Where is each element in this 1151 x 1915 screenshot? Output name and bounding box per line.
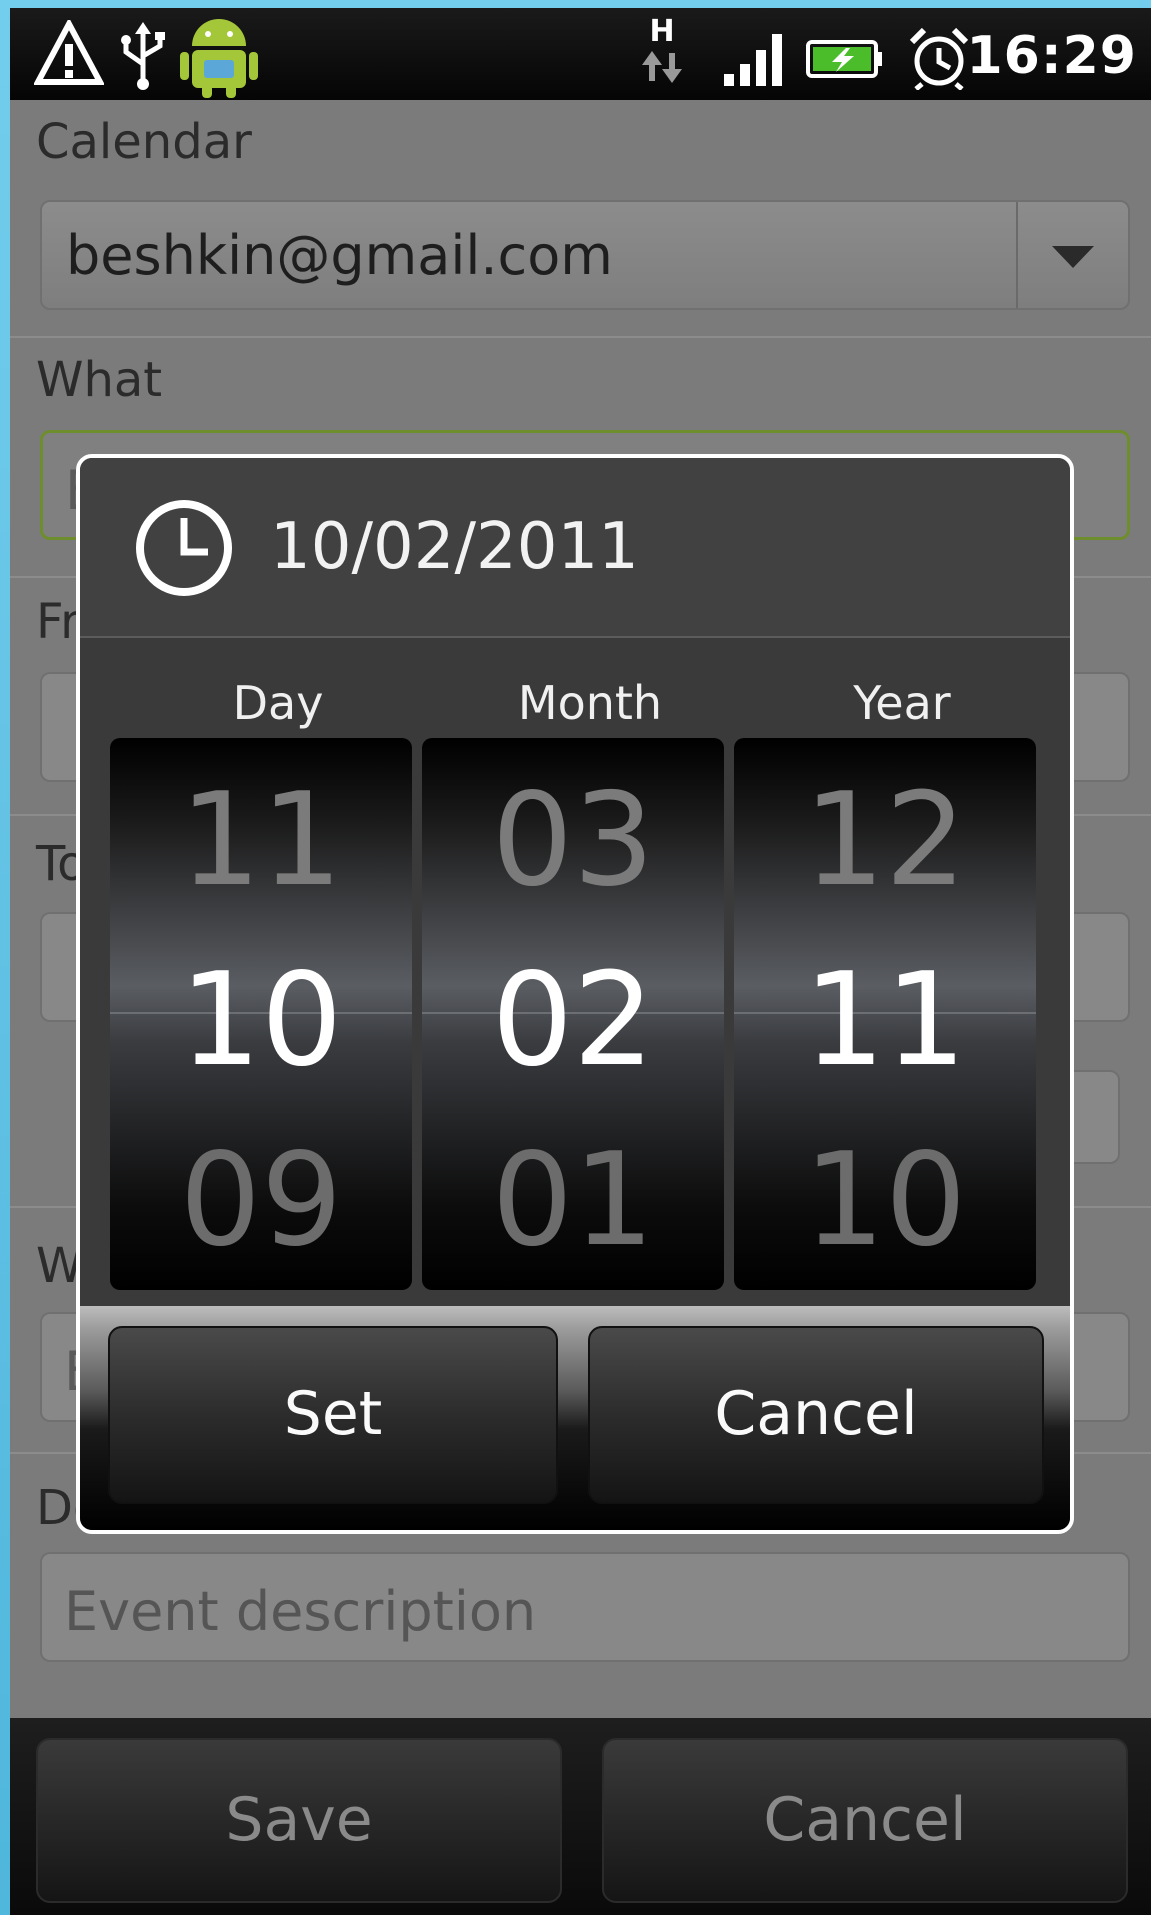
- hspa-data-icon: H: [638, 14, 686, 85]
- month-current-value: 02: [491, 946, 655, 1095]
- save-button[interactable]: Save: [36, 1738, 562, 1903]
- from-label: Fr: [36, 594, 80, 650]
- day-prev-value[interactable]: 11: [110, 766, 412, 916]
- what-label: What: [36, 352, 163, 408]
- description-placeholder: Event description: [64, 1580, 537, 1643]
- network-type-label: H: [649, 14, 675, 49]
- year-wheel[interactable]: 12 11 10: [734, 738, 1036, 1290]
- description-input[interactable]: Event description: [40, 1552, 1130, 1662]
- dialog-button-bar: Set Cancel: [80, 1306, 1070, 1530]
- day-column-label: Day: [232, 676, 324, 730]
- day-wheel[interactable]: 11 10 09: [110, 738, 412, 1290]
- status-bar: H 16:29: [10, 8, 1151, 100]
- year-column-label: Year: [853, 676, 951, 730]
- dropdown-arrow-icon: [1016, 202, 1128, 308]
- month-column-label: Month: [517, 676, 663, 730]
- year-prev-value[interactable]: 12: [734, 766, 1036, 916]
- month-next-value[interactable]: 01: [422, 1126, 724, 1276]
- dialog-header: 10/02/2011: [80, 458, 1070, 638]
- alarm-icon: [908, 26, 970, 94]
- calendar-select[interactable]: beshkin@gmail.com: [40, 200, 1130, 310]
- set-button[interactable]: Set: [108, 1326, 558, 1504]
- status-time: 16:29: [966, 26, 1137, 86]
- clock-icon: [132, 496, 236, 604]
- bottom-action-bar: Save Cancel: [10, 1718, 1151, 1915]
- dialog-title: 10/02/2011: [270, 510, 639, 584]
- divider: [10, 336, 1151, 338]
- day-current-value: 10: [179, 946, 343, 1095]
- warning-icon: [32, 17, 106, 94]
- year-current-value: 11: [803, 946, 967, 1095]
- signal-icon: [722, 30, 788, 94]
- date-picker-dialog: 10/02/2011 Day Month Year 11 10 09 03 02…: [76, 454, 1074, 1534]
- usb-icon: [116, 20, 170, 96]
- year-next-value[interactable]: 10: [734, 1126, 1036, 1276]
- month-prev-value[interactable]: 03: [422, 766, 724, 916]
- cancel-button[interactable]: Cancel: [602, 1738, 1128, 1903]
- battery-charging-icon: [806, 38, 884, 84]
- calendar-select-value: beshkin@gmail.com: [66, 224, 613, 287]
- month-wheel[interactable]: 03 02 01: [422, 738, 724, 1290]
- dialog-cancel-button[interactable]: Cancel: [588, 1326, 1044, 1504]
- calendar-label: Calendar: [36, 114, 252, 170]
- day-next-value[interactable]: 09: [110, 1126, 412, 1276]
- android-icon: [178, 12, 260, 102]
